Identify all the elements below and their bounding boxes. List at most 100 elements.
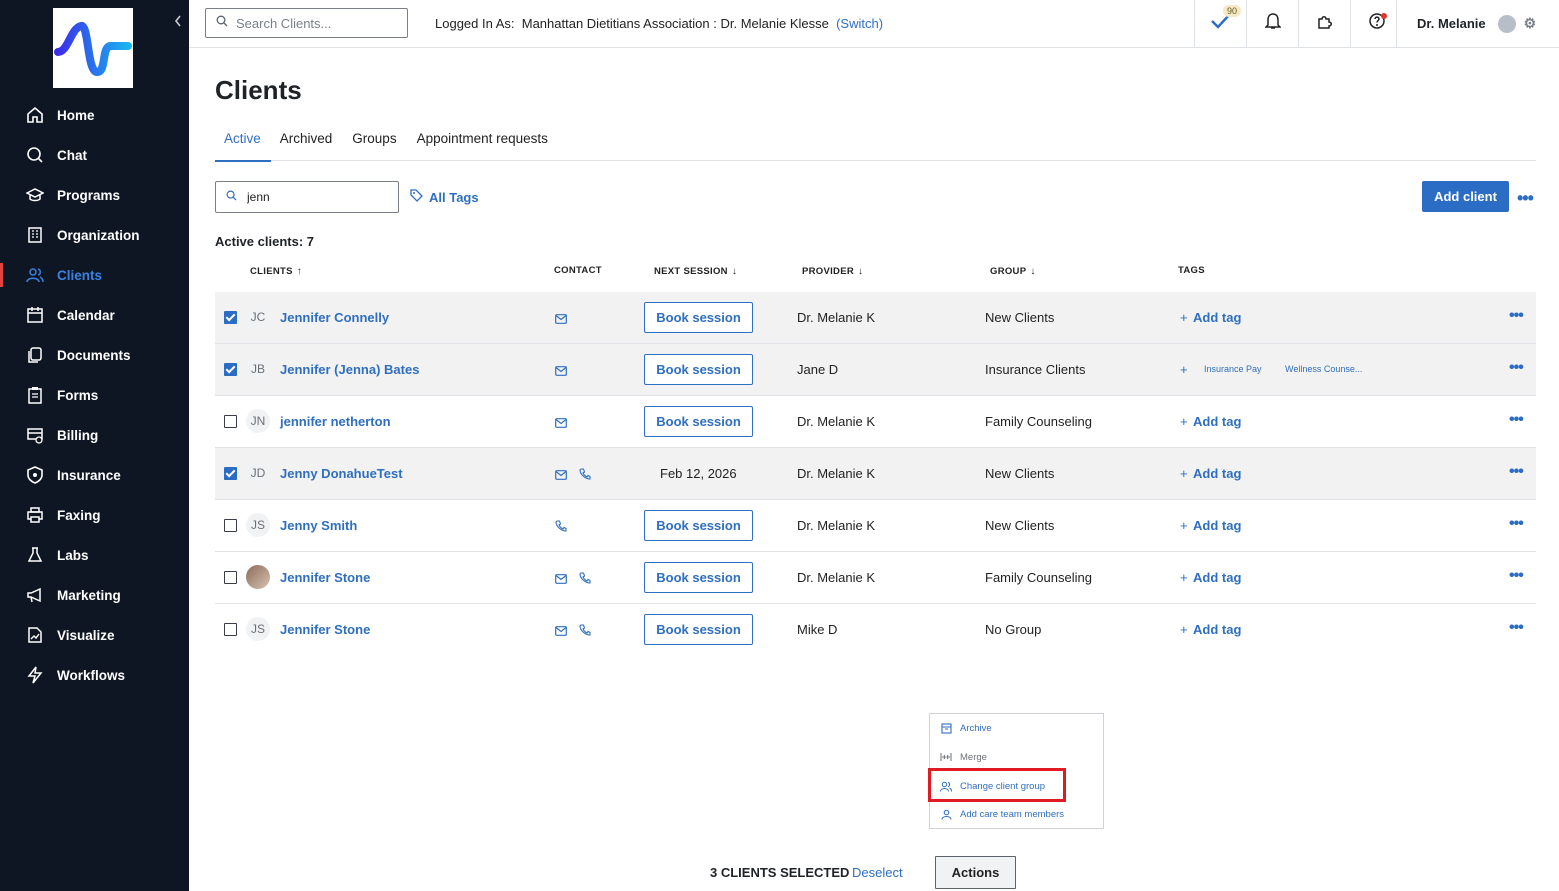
sidebar-item-faxing[interactable]: Faxing xyxy=(0,495,189,535)
search-input[interactable] xyxy=(234,14,398,32)
sidebar-item-clients[interactable]: Clients xyxy=(0,255,189,295)
header-group[interactable]: GROUP ↓ xyxy=(990,266,1036,277)
book-session-button[interactable]: Book session xyxy=(644,510,753,541)
row-checkbox[interactable] xyxy=(224,623,237,636)
tab-groups[interactable]: Groups xyxy=(352,124,396,160)
actions-button[interactable]: Actions xyxy=(935,856,1016,889)
row-more-icon[interactable]: ••• xyxy=(1509,619,1524,637)
table-row[interactable]: JS Jennifer Stone Book session Mike D No… xyxy=(215,604,1536,655)
client-name-link[interactable]: Jenny Smith xyxy=(280,518,357,533)
tag-chip[interactable]: Wellness Counse... xyxy=(1285,364,1362,374)
sidebar-item-organization[interactable]: Organization xyxy=(0,215,189,255)
sidebar-item-calendar[interactable]: Calendar xyxy=(0,295,189,335)
row-more-icon[interactable]: ••• xyxy=(1509,411,1524,429)
add-tag-button[interactable]: Add tag xyxy=(1193,570,1241,585)
row-checkbox[interactable] xyxy=(224,467,237,480)
email-icon[interactable] xyxy=(555,571,567,589)
table-row[interactable]: JB Jennifer (Jenna) Bates Book session J… xyxy=(215,344,1536,396)
notifications-button[interactable] xyxy=(1246,0,1298,47)
chevron-left-icon[interactable] xyxy=(174,14,182,30)
row-checkbox[interactable] xyxy=(224,311,237,324)
gear-icon[interactable]: ⚙ xyxy=(1524,15,1537,32)
row-more-icon[interactable]: ••• xyxy=(1509,359,1524,377)
tasks-button[interactable]: 90 xyxy=(1194,0,1246,47)
client-name-link[interactable]: Jennifer Stone xyxy=(280,570,370,585)
book-session-button[interactable]: Book session xyxy=(644,354,753,385)
sidebar-item-billing[interactable]: Billing xyxy=(0,415,189,455)
book-session-button[interactable]: Book session xyxy=(644,302,753,333)
phone-icon[interactable] xyxy=(579,467,591,485)
client-name-link[interactable]: Jenny DonahueTest xyxy=(280,466,403,481)
row-more-icon[interactable]: ••• xyxy=(1509,567,1524,585)
add-tag-button[interactable]: Add tag xyxy=(1193,518,1241,533)
add-client-button[interactable]: Add client xyxy=(1422,181,1509,212)
tab-appointment-requests[interactable]: Appointment requests xyxy=(417,124,548,160)
header-provider[interactable]: PROVIDER ↓ xyxy=(802,266,863,277)
sidebar-item-programs[interactable]: Programs xyxy=(0,175,189,215)
plus-icon[interactable]: + xyxy=(1180,310,1188,325)
row-more-icon[interactable]: ••• xyxy=(1509,463,1524,481)
client-name-link[interactable]: Jennifer Stone xyxy=(280,622,370,637)
phone-icon[interactable] xyxy=(579,623,591,641)
client-name-link[interactable]: jennifer netherton xyxy=(280,414,391,429)
switch-account-link[interactable]: (Switch) xyxy=(836,16,883,31)
row-more-icon[interactable]: ••• xyxy=(1509,307,1524,325)
more-options-icon[interactable]: ••• xyxy=(1517,188,1534,209)
sidebar-item-visualize[interactable]: Visualize xyxy=(0,615,189,655)
plus-icon[interactable]: + xyxy=(1180,466,1188,481)
phone-icon[interactable] xyxy=(579,571,591,589)
deselect-link[interactable]: Deselect xyxy=(852,865,903,880)
header-next-session[interactable]: NEXT SESSION ↓ xyxy=(654,266,737,277)
sidebar-item-labs[interactable]: Labs xyxy=(0,535,189,575)
book-session-button[interactable]: Book session xyxy=(644,614,753,645)
row-checkbox[interactable] xyxy=(224,571,237,584)
sidebar-item-marketing[interactable]: Marketing xyxy=(0,575,189,615)
app-logo[interactable] xyxy=(53,8,133,88)
plus-icon[interactable]: + xyxy=(1180,622,1188,637)
client-filter[interactable] xyxy=(215,181,399,213)
header-clients[interactable]: CLIENTS ↑ xyxy=(250,266,302,277)
menu-item-archive[interactable]: Archive xyxy=(940,722,992,734)
row-checkbox[interactable] xyxy=(224,519,237,532)
email-icon[interactable] xyxy=(555,623,567,641)
plus-icon[interactable]: + xyxy=(1180,414,1188,429)
book-session-button[interactable]: Book session xyxy=(644,562,753,593)
add-tag-button[interactable]: Add tag xyxy=(1193,310,1241,325)
table-row[interactable]: Jennifer Stone Book session Dr. Melanie … xyxy=(215,552,1536,604)
sidebar-item-forms[interactable]: Forms xyxy=(0,375,189,415)
table-row[interactable]: JC Jennifer Connelly Book session Dr. Me… xyxy=(215,292,1536,344)
all-tags-filter[interactable]: All Tags xyxy=(410,189,479,205)
row-more-icon[interactable]: ••• xyxy=(1509,515,1524,533)
client-search[interactable] xyxy=(205,8,408,38)
phone-icon[interactable] xyxy=(555,519,567,537)
plus-icon[interactable]: + xyxy=(1180,570,1188,585)
email-icon[interactable] xyxy=(555,467,567,485)
tab-active[interactable]: Active xyxy=(215,124,271,162)
integrations-button[interactable] xyxy=(1298,0,1350,47)
plus-icon[interactable]: + xyxy=(1180,518,1188,533)
sidebar-item-chat[interactable]: Chat xyxy=(0,135,189,175)
table-row[interactable]: JN jennifer netherton Book session Dr. M… xyxy=(215,396,1536,448)
table-row[interactable]: JD Jenny DonahueTest Feb 12, 2026 Dr. Me… xyxy=(215,448,1536,500)
add-tag-button[interactable]: Add tag xyxy=(1193,622,1241,637)
plus-icon[interactable]: + xyxy=(1180,362,1188,377)
email-icon[interactable] xyxy=(555,415,567,433)
email-icon[interactable] xyxy=(555,311,567,329)
client-name-link[interactable]: Jennifer Connelly xyxy=(280,310,389,325)
menu-item-add-care-team-members[interactable]: Add care team members xyxy=(940,808,1064,820)
filter-input[interactable] xyxy=(245,189,389,205)
add-tag-button[interactable]: Add tag xyxy=(1193,466,1241,481)
sidebar-item-workflows[interactable]: Workflows xyxy=(0,655,189,695)
menu-item-merge[interactable]: Merge xyxy=(940,751,987,763)
help-button[interactable] xyxy=(1350,0,1402,47)
sidebar-item-documents[interactable]: Documents xyxy=(0,335,189,375)
row-checkbox[interactable] xyxy=(224,363,237,376)
sidebar-item-home[interactable]: Home xyxy=(0,95,189,135)
tab-archived[interactable]: Archived xyxy=(280,124,333,160)
client-name-link[interactable]: Jennifer (Jenna) Bates xyxy=(280,362,419,377)
tag-chip[interactable]: Insurance Pay xyxy=(1204,364,1262,374)
table-row[interactable]: JS Jenny Smith Book session Dr. Melanie … xyxy=(215,500,1536,552)
book-session-button[interactable]: Book session xyxy=(644,406,753,437)
email-icon[interactable] xyxy=(555,363,567,381)
user-menu[interactable]: Dr. Melanie ⚙ xyxy=(1396,0,1559,47)
